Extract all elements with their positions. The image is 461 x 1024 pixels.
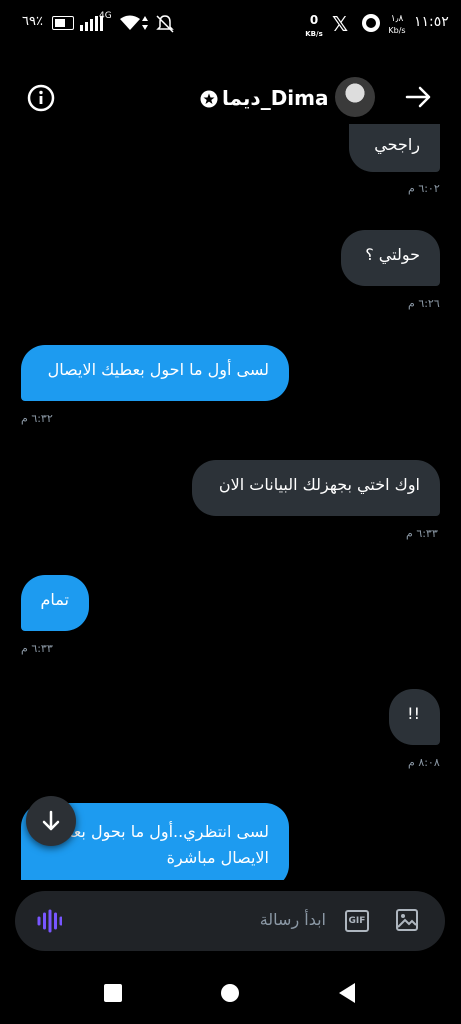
arrow-right-icon[interactable] <box>405 84 433 110</box>
message-bubble[interactable]: اوك اختي بجهزلك البيانات الان <box>192 460 440 516</box>
message-bubble[interactable]: تمام <box>21 575 89 631</box>
back-nav-icon[interactable] <box>337 982 357 1004</box>
message-bubble[interactable]: لسى أول ما احول بعطيك الايصال <box>21 345 289 401</box>
arrow-down-icon <box>42 810 60 831</box>
data-arrows-icon <box>142 16 148 30</box>
message-time: ٦:٣٣ م <box>21 642 53 655</box>
battery-text: ٦٩٪ <box>22 14 43 29</box>
scroll-to-bottom-button[interactable] <box>26 796 76 846</box>
message-time: ٦:٣٣ م <box>406 527 438 540</box>
speed-unit-right: Kb/s <box>388 26 406 35</box>
speed-indicator-left: 0 KB/s <box>305 14 323 40</box>
message-time: ٦:٣٢ م <box>21 412 53 425</box>
message-text: اوك اختي بجهزلك البيانات الان <box>218 475 420 494</box>
home-button[interactable] <box>221 984 239 1002</box>
speed-value-right: ١٫٨ <box>390 14 404 24</box>
composer-backdrop <box>0 880 461 890</box>
avatar[interactable] <box>335 77 375 117</box>
message-input[interactable]: ابدأ رسالة <box>260 910 326 929</box>
message-time: ٦:٠٢ م <box>408 182 440 195</box>
message-text: !! <box>407 704 420 723</box>
gif-label: GIF <box>348 916 366 926</box>
gif-button[interactable]: GIF <box>345 910 369 932</box>
message-time: ٦:٢٦ م <box>408 297 440 310</box>
speed-indicator-right: ١٫٨ Kb/s <box>384 13 410 37</box>
contact-name[interactable]: ديما_Dima <box>222 86 329 110</box>
whatsapp-icon <box>362 14 380 32</box>
message-bubble[interactable]: !! <box>389 689 440 745</box>
message-text: لسى أول ما احول بعطيك الايصال <box>47 360 269 379</box>
info-icon[interactable] <box>27 84 55 112</box>
speed-unit-left: KB/s <box>305 30 323 38</box>
message-composer: ابدأ رسالة GIF <box>15 891 445 951</box>
voice-message-icon[interactable] <box>36 909 62 933</box>
message-text: حولتي ؟ <box>365 245 420 264</box>
x-app-icon: 𝕏 <box>332 12 349 36</box>
message-text: راجحي <box>374 135 420 154</box>
message-text-line: الايصال مباشرة <box>166 848 269 867</box>
clock: ١١:٥٢ <box>414 14 449 30</box>
image-icon[interactable] <box>395 908 419 932</box>
bell-off-icon <box>156 15 174 33</box>
battery-icon <box>52 16 74 30</box>
message-bubble[interactable]: حولتي ؟ <box>341 230 440 286</box>
speed-value-left: 0 <box>309 13 319 27</box>
status-bar: ٦٩٪ 4G 0 KB/s 𝕏 ١٫٨ Kb/s ١١:٥٢ <box>0 0 461 50</box>
wifi-icon <box>120 15 140 30</box>
recent-apps-button[interactable] <box>104 984 122 1002</box>
message-text: تمام <box>40 590 69 609</box>
message-time: ٨:٠٨ م <box>408 756 440 769</box>
network-type: 4G <box>99 11 112 21</box>
message-bubble[interactable]: راجحي <box>349 124 440 172</box>
verified-badge-icon <box>200 90 218 108</box>
